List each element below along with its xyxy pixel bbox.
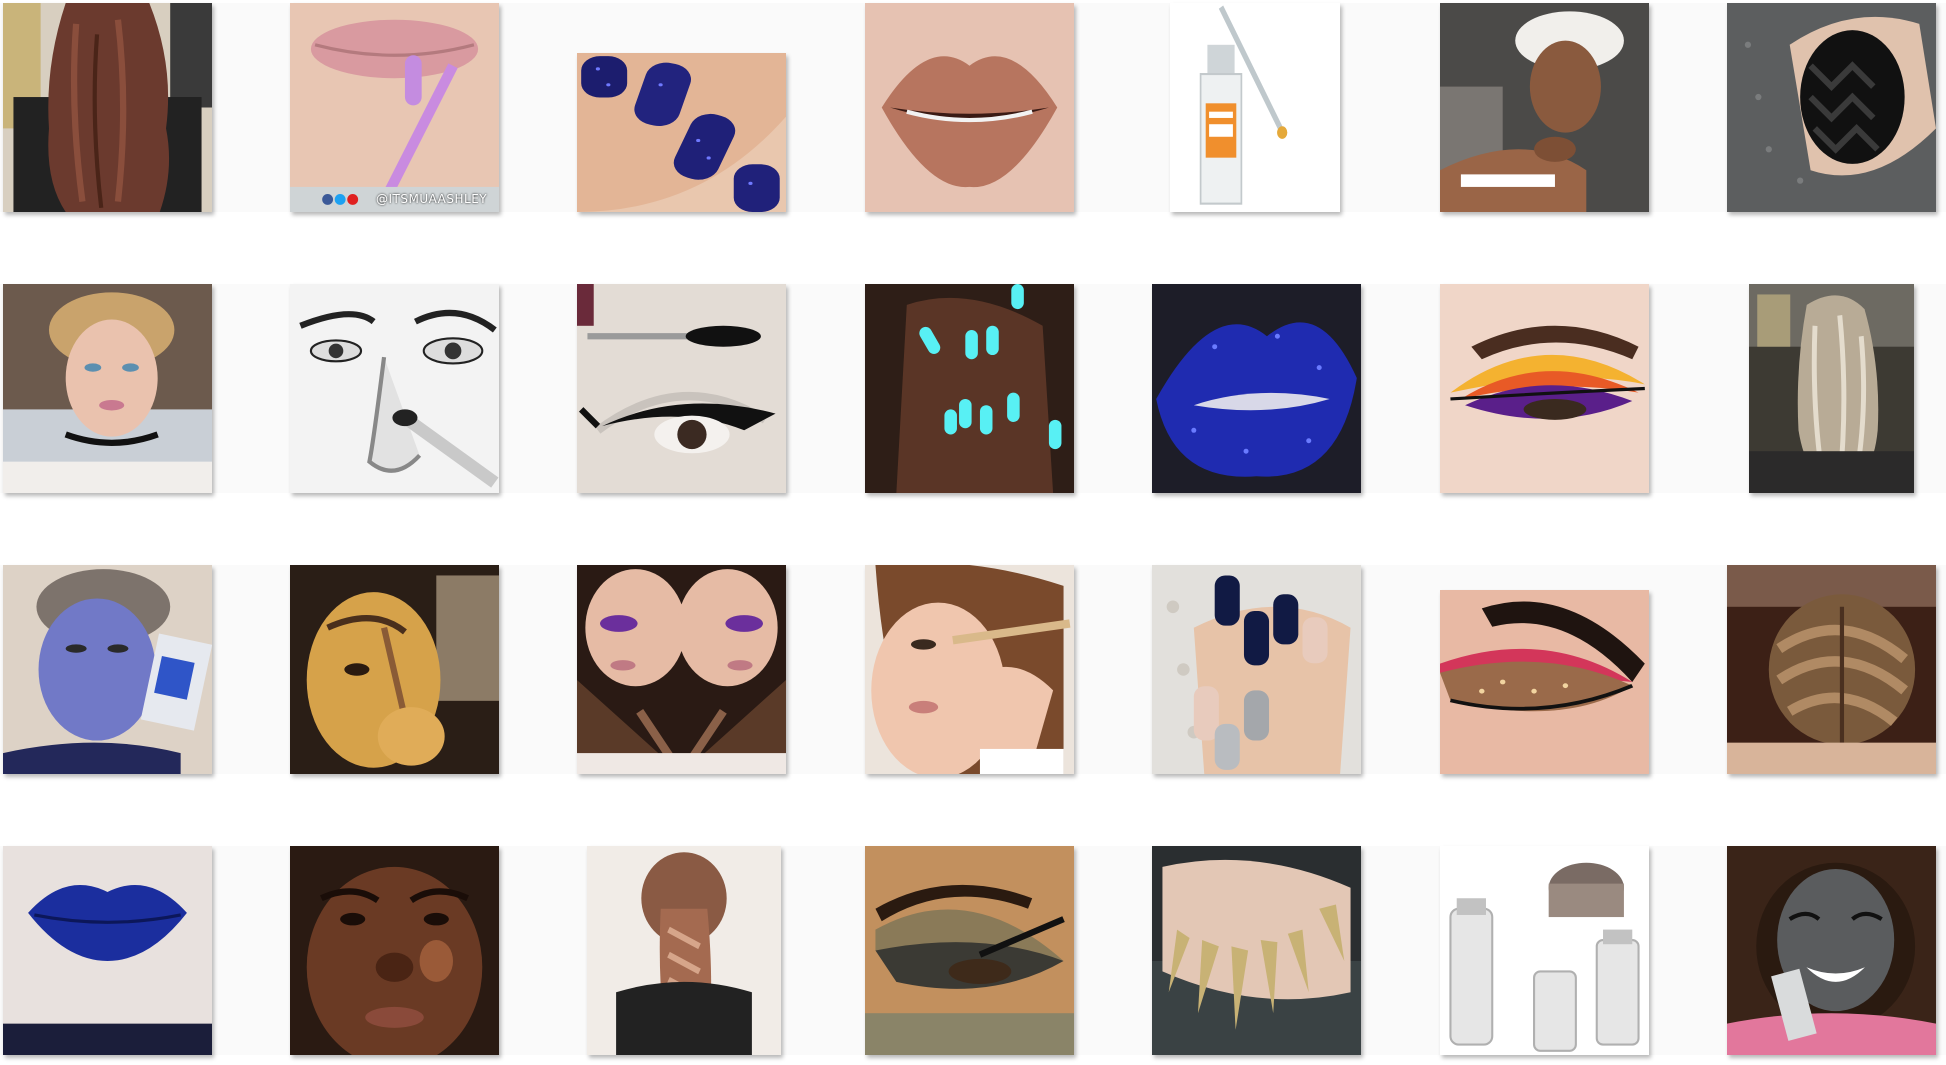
thumbnail-image xyxy=(1749,284,1914,493)
thumbnail-eyeliner-pencil-application[interactable] xyxy=(865,565,1074,774)
thumbnail-eyebrow-brush-tutorial[interactable] xyxy=(290,565,499,774)
thumbnail-image xyxy=(1170,3,1340,212)
thumbnail-image xyxy=(290,3,499,212)
thumbnail-image xyxy=(1152,284,1361,493)
thumbnail-pink-lip-applicator[interactable]: @ITSMUAASHLEY xyxy=(290,3,499,212)
thumbnail-image xyxy=(577,565,786,774)
thumbnail-image xyxy=(290,284,499,493)
thumbnail-image xyxy=(577,284,786,493)
thumbnail-glowing-skin-portrait[interactable] xyxy=(290,846,499,1055)
thumbnail-caption: @ITSMUAASHLEY xyxy=(376,192,488,206)
thumbnail-image xyxy=(1440,3,1649,212)
thumbnail-image xyxy=(1440,590,1649,774)
thumbnail-long-wavy-brown-hair[interactable] xyxy=(3,3,212,212)
thumbnail-black-chevron-nail-art[interactable] xyxy=(1727,3,1936,212)
thumbnail-woman-in-hair-towel[interactable] xyxy=(1440,3,1649,212)
thumbnail-image xyxy=(865,284,1074,493)
thumbnail-nose-contour-sketch[interactable] xyxy=(290,284,499,493)
thumbnail-image xyxy=(865,565,1074,774)
thumbnail-nude-matte-lips[interactable] xyxy=(865,3,1074,212)
thumbnail-fishtail-braid-updo[interactable] xyxy=(1727,565,1936,774)
thumbnail-black-glitter-coffin-nails[interactable] xyxy=(1152,565,1361,774)
thumbnail-image xyxy=(1152,565,1361,774)
thumbnail-image xyxy=(3,3,212,212)
thumbnail-image xyxy=(1727,565,1936,774)
thumbnail-image xyxy=(865,3,1074,212)
thumbnail-gold-smokey-eye[interactable] xyxy=(865,846,1074,1055)
thumbnail-image xyxy=(577,53,786,212)
thumbnail-blue-metallic-face-mask[interactable] xyxy=(3,565,212,774)
thumbnail-image xyxy=(865,846,1074,1055)
thumbnail-winged-eyeliner-mascara[interactable] xyxy=(577,284,786,493)
thumbnail-pink-glitter-cut-crease[interactable] xyxy=(1440,590,1649,774)
thumbnail-image xyxy=(290,846,499,1055)
thumbnail-image xyxy=(3,284,212,493)
thumbnail-glow-in-dark-nails[interactable] xyxy=(865,284,1074,493)
thumbnail-sunset-eyeshadow-look[interactable] xyxy=(1440,284,1649,493)
image-grid: @ITSMUAASHLEY xyxy=(0,0,1946,1065)
thumbnail-purple-smokey-eye-mirror[interactable] xyxy=(577,565,786,774)
thumbnail-image xyxy=(1152,846,1361,1055)
thumbnail-image xyxy=(3,565,212,774)
thumbnail-image xyxy=(1440,846,1649,1055)
thumbnail-gold-stiletto-nails[interactable] xyxy=(1152,846,1361,1055)
thumbnail-image xyxy=(3,846,212,1055)
thumbnail-image xyxy=(290,565,499,774)
thumbnail-image xyxy=(1727,3,1936,212)
thumbnail-skincare-jars-set[interactable] xyxy=(1440,846,1649,1055)
thumbnail-charcoal-mask-smile[interactable] xyxy=(1727,846,1936,1055)
thumbnail-blue-glitter-nails[interactable] xyxy=(577,53,786,212)
thumbnail-image xyxy=(1727,846,1936,1055)
thumbnail-blonde-balayage-hair[interactable] xyxy=(1749,284,1914,493)
thumbnail-image xyxy=(1440,284,1649,493)
thumbnail-blonde-woman-choker[interactable] xyxy=(3,284,212,493)
thumbnail-image xyxy=(587,846,781,1055)
thumbnail-blue-glitter-lips[interactable] xyxy=(1152,284,1361,493)
thumbnail-long-braid-back-view[interactable] xyxy=(587,846,781,1055)
thumbnail-deep-blue-lips[interactable] xyxy=(3,846,212,1055)
thumbnail-serum-dropper-bottle[interactable] xyxy=(1170,3,1340,212)
